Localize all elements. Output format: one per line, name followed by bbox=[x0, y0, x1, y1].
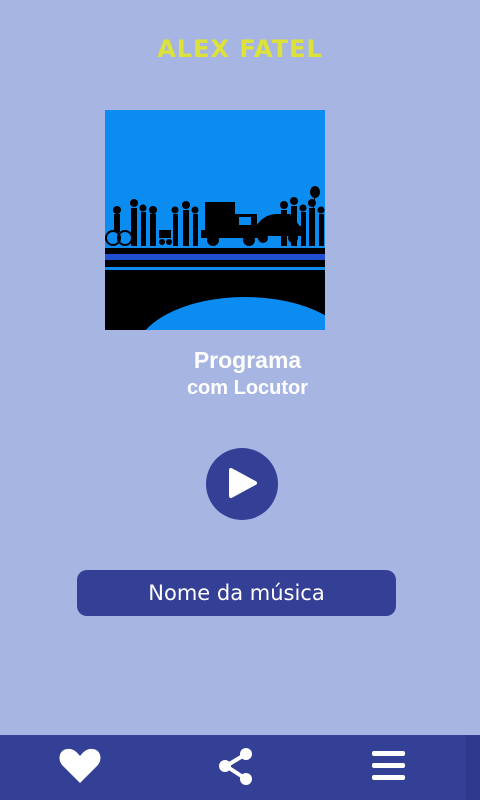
play-button[interactable] bbox=[206, 448, 278, 520]
city-bridge-silhouette-artwork bbox=[105, 110, 325, 330]
bottom-bar-edge bbox=[466, 735, 480, 800]
share-icon bbox=[219, 748, 252, 785]
favorite-button[interactable] bbox=[50, 735, 110, 800]
menu-button[interactable] bbox=[358, 735, 418, 800]
album-cover bbox=[105, 110, 325, 330]
play-icon bbox=[229, 468, 257, 498]
app-title: ALEX FATEL bbox=[157, 35, 323, 63]
program-subtitle: com Locutor bbox=[186, 377, 309, 399]
menu-icon bbox=[372, 751, 405, 780]
share-button[interactable] bbox=[206, 735, 266, 800]
heart-icon bbox=[59, 748, 101, 783]
song-name-label: Nome da música bbox=[77, 570, 396, 616]
program-title: Programa bbox=[193, 347, 302, 373]
bottom-nav-bar bbox=[0, 735, 480, 800]
